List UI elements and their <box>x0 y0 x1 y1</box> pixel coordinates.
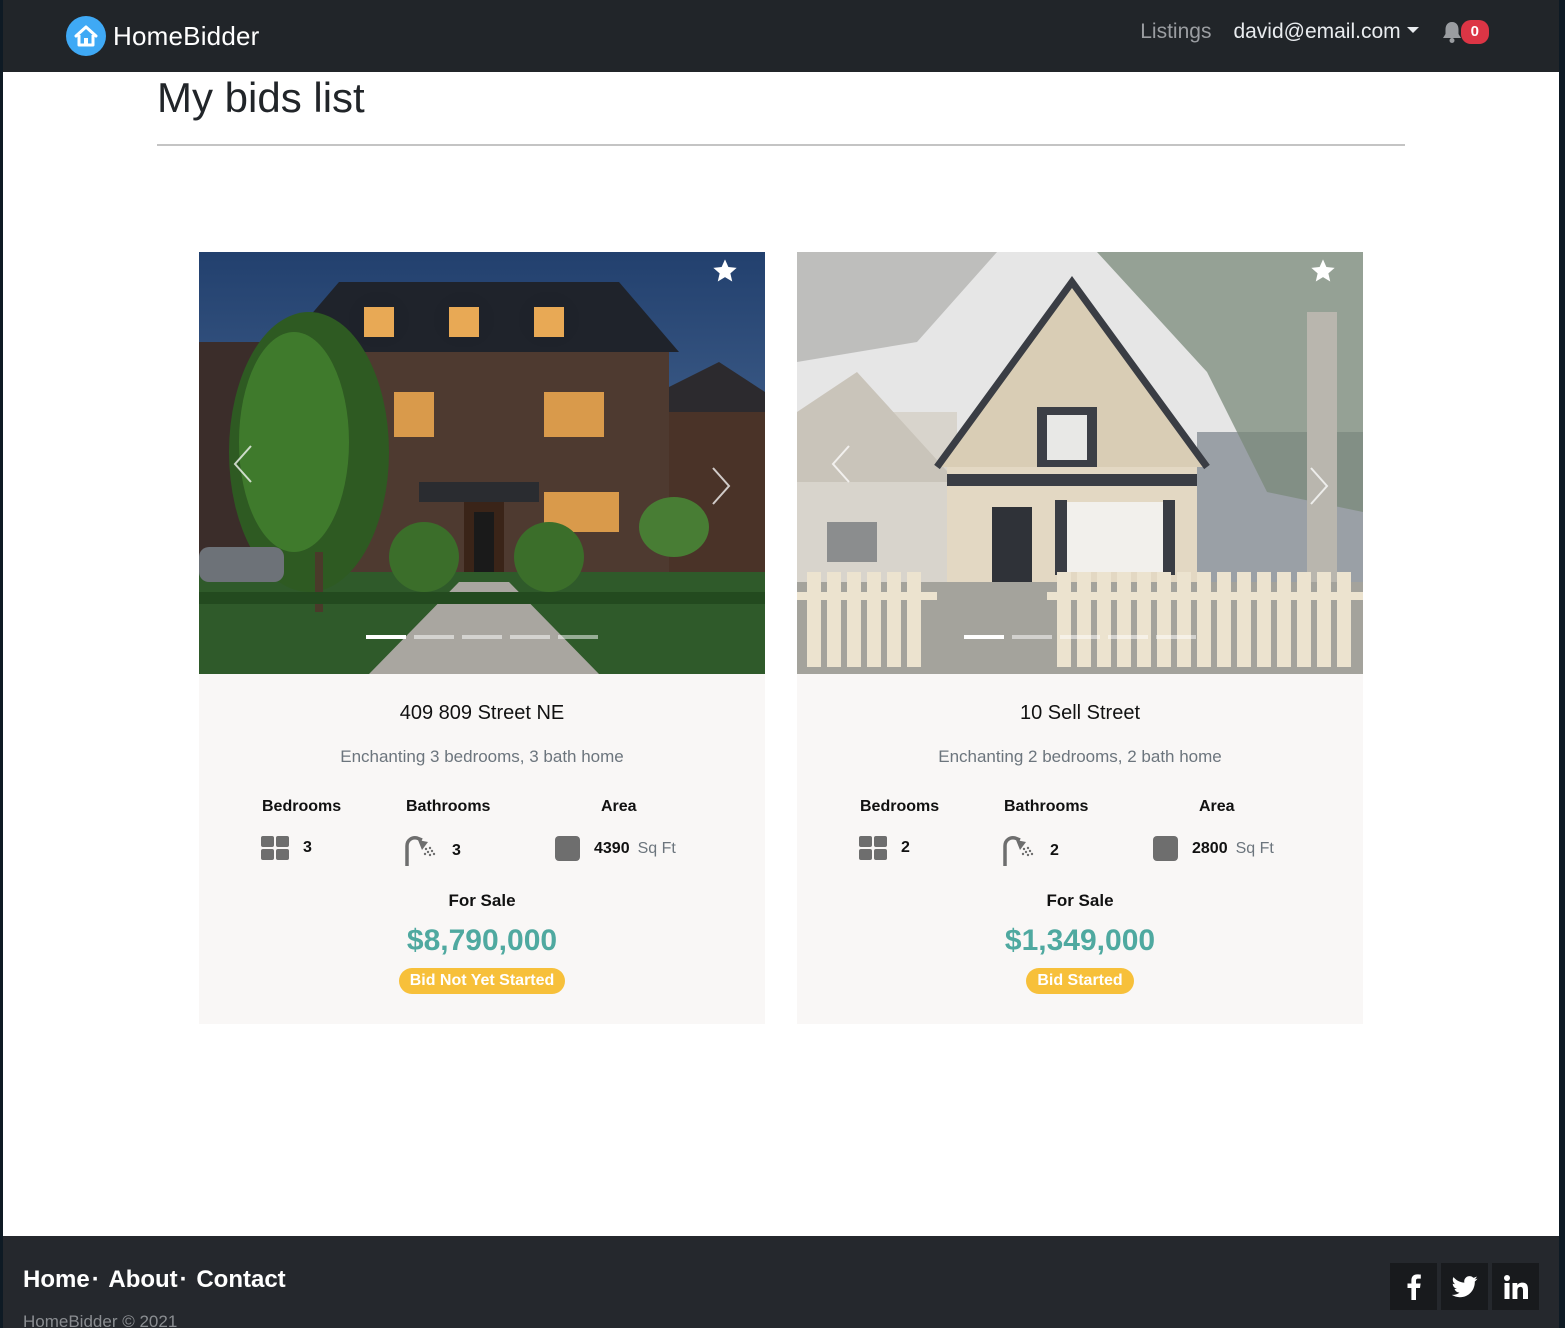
listing-photo-carousel[interactable] <box>199 252 765 674</box>
carousel-indicator[interactable] <box>1108 635 1148 639</box>
carousel-indicator[interactable] <box>510 635 550 639</box>
shower-icon <box>405 836 436 866</box>
area-value: 4390 <box>594 839 630 857</box>
facebook-icon <box>1407 1273 1421 1300</box>
navbar: HomeBidder Listings david@email.com 0 <box>3 0 1559 72</box>
title-divider <box>157 144 1405 146</box>
favorite-star-icon[interactable] <box>711 257 739 285</box>
footer-separator: · <box>179 1266 195 1293</box>
listing-address: 10 Sell Street <box>1019 702 1141 724</box>
area-square-icon <box>1153 836 1178 861</box>
listing-description: Enchanting 3 bedrooms, 3 bath home <box>340 747 624 766</box>
listing-address: 409 809 Street NE <box>399 702 565 724</box>
listing-photo <box>199 252 765 674</box>
listing-price: $1,349,000 <box>1004 924 1156 957</box>
sale-label: For Sale <box>448 891 516 910</box>
bid-status-badge: Bid Not Yet Started <box>398 968 566 994</box>
social-links <box>1386 1263 1539 1310</box>
favorite-star-icon[interactable] <box>1309 257 1337 285</box>
bedrooms-stat: 2 <box>859 836 910 860</box>
area-stat: 2800 Sq Ft <box>1153 836 1274 861</box>
listing-photo-carousel[interactable] <box>797 252 1363 674</box>
listing-description: Enchanting 2 bedrooms, 2 bath home <box>938 747 1222 766</box>
area-unit: Sq Ft <box>1235 839 1274 857</box>
carousel-prev-icon[interactable] <box>231 444 255 484</box>
area-label: Area <box>601 798 637 815</box>
notification-count-badge: 0 <box>1460 20 1489 44</box>
footer-link-about[interactable]: About <box>108 1266 177 1293</box>
bid-status-badge: Bid Started <box>1026 968 1134 994</box>
facebook-button[interactable] <box>1390 1263 1437 1310</box>
bedrooms-value: 3 <box>303 839 312 856</box>
area-unit: Sq Ft <box>637 839 676 857</box>
area-stat: 4390 Sq Ft <box>555 836 676 861</box>
listing-card[interactable]: 10 Sell Street Enchanting 2 bedrooms, 2 … <box>797 252 1363 1024</box>
area-label: Area <box>1199 798 1235 815</box>
carousel-indicator[interactable] <box>366 635 406 639</box>
carousel-indicator[interactable] <box>1156 635 1196 639</box>
bell-icon <box>1442 22 1461 43</box>
bathrooms-label: Bathrooms <box>406 798 491 815</box>
footer-link-home[interactable]: Home <box>23 1266 90 1293</box>
nav-right: Listings david@email.com 0 <box>1140 20 1489 44</box>
bathrooms-stat: 3 <box>404 836 461 866</box>
area-square-icon <box>555 836 580 861</box>
bedrooms-value: 2 <box>901 839 910 856</box>
area-value: 2800 <box>1192 839 1228 857</box>
page-title: My bids list <box>157 74 365 121</box>
listing-photo <box>797 252 1363 674</box>
bathrooms-label: Bathrooms <box>1004 798 1089 815</box>
sale-label: For Sale <box>1046 891 1114 910</box>
twitter-button[interactable] <box>1441 1263 1488 1310</box>
bedrooms-label: Bedrooms <box>262 798 342 815</box>
linkedin-icon <box>1503 1274 1528 1299</box>
twitter-icon <box>1451 1275 1477 1297</box>
carousel-indicator[interactable] <box>558 635 598 639</box>
bedrooms-label: Bedrooms <box>860 798 940 815</box>
listing-details: 10 Sell Street Enchanting 2 bedrooms, 2 … <box>797 674 1363 1024</box>
carousel-indicators <box>797 635 1363 639</box>
linkedin-button[interactable] <box>1492 1263 1539 1310</box>
footer-link-contact[interactable]: Contact <box>196 1266 285 1293</box>
listing-details: 409 809 Street NE Enchanting 3 bedrooms,… <box>199 674 765 1024</box>
carousel-indicator[interactable] <box>1012 635 1052 639</box>
bathrooms-stat: 2 <box>1002 836 1059 866</box>
carousel-prev-icon[interactable] <box>829 444 853 484</box>
user-dropdown[interactable]: david@email.com <box>1233 20 1419 44</box>
shower-icon <box>1003 836 1034 866</box>
caret-down-icon <box>1406 27 1419 33</box>
bedrooms-stat: 3 <box>261 836 312 860</box>
carousel-indicator[interactable] <box>964 635 1004 639</box>
footer-links: Home· About· Contact <box>23 1266 288 1294</box>
footer-separator: · <box>91 1266 107 1293</box>
carousel-next-icon[interactable] <box>1307 466 1331 506</box>
carousel-indicators <box>199 635 765 639</box>
carousel-indicator[interactable] <box>1060 635 1100 639</box>
brand[interactable]: HomeBidder <box>66 16 260 56</box>
footer: Home· About· Contact HomeBidder © 2021 <box>3 1236 1559 1328</box>
carousel-next-icon[interactable] <box>709 466 733 506</box>
nav-link-listings[interactable]: Listings <box>1140 20 1211 44</box>
app-window: HomeBidder Listings david@email.com 0 My… <box>3 0 1559 1328</box>
user-email: david@email.com <box>1233 20 1401 43</box>
listing-price: $8,790,000 <box>406 924 558 957</box>
bedroom-grid-icon <box>261 836 289 860</box>
carousel-indicator[interactable] <box>462 635 502 639</box>
listing-card[interactable]: 409 809 Street NE Enchanting 3 bedrooms,… <box>199 252 765 1024</box>
bathrooms-value: 2 <box>1050 842 1059 859</box>
brand-name: HomeBidder <box>113 20 260 51</box>
copyright-text: HomeBidder © 2021 <box>23 1312 178 1328</box>
bathrooms-value: 3 <box>452 842 461 859</box>
notifications-button[interactable]: 0 <box>1441 20 1489 44</box>
carousel-indicator[interactable] <box>414 635 454 639</box>
house-logo-icon <box>66 16 106 56</box>
bedroom-grid-icon <box>859 836 887 860</box>
